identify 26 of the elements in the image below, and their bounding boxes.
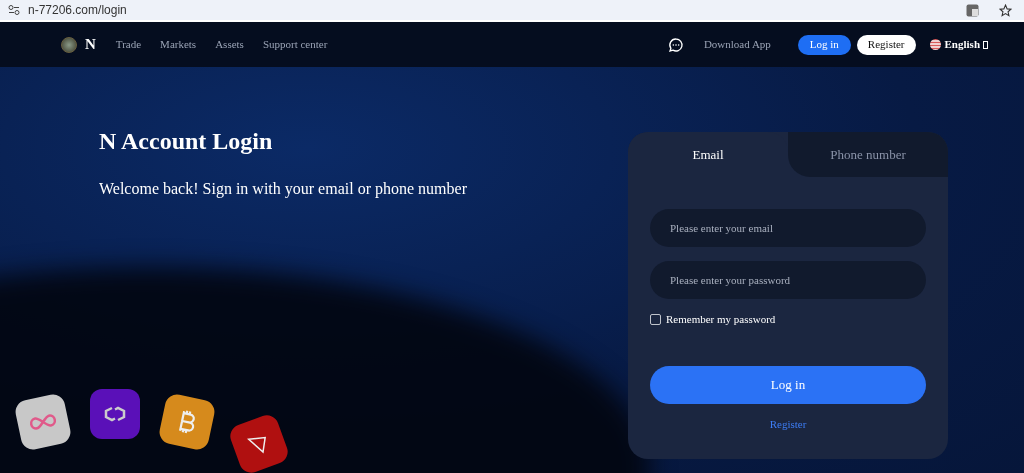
login-tab[interactable]: Phone number <box>788 132 948 177</box>
input-field[interactable]: Please enter your email <box>650 209 926 247</box>
language-selector[interactable]: English <box>944 36 980 53</box>
logo-icon[interactable] <box>61 36 77 53</box>
login-button[interactable]: Log in <box>797 34 851 55</box>
logo-text[interactable]: N <box>85 33 96 56</box>
register-button[interactable]: Register <box>856 34 916 55</box>
register-link[interactable]: Register <box>769 415 807 432</box>
input-field[interactable]: Please enter your password <box>650 261 926 299</box>
star-icon[interactable] <box>999 3 1012 17</box>
page-title: N Account Login <box>99 129 274 153</box>
dropdown-icon[interactable] <box>983 40 988 49</box>
url-text[interactable]: n-77206.com/login <box>28 1 127 19</box>
nav-link[interactable]: Markets <box>160 36 197 53</box>
flag-icon[interactable] <box>929 39 941 50</box>
nav-link[interactable]: Support center <box>262 36 328 53</box>
polygon-coin-icon <box>90 389 140 439</box>
nav-link[interactable]: Assets <box>215 36 244 53</box>
submit-login-button[interactable]: Log in <box>650 365 926 404</box>
site-settings-icon <box>8 5 20 15</box>
remember-label[interactable]: Remember my password <box>666 311 776 328</box>
page-subtitle: Welcome back! Sign in with your email or phone number <box>99 179 468 200</box>
download-app-link[interactable]: Download App <box>703 36 771 53</box>
chat-icon[interactable] <box>667 36 684 53</box>
nav-link[interactable]: Trade <box>115 36 142 53</box>
remember-checkbox[interactable] <box>650 313 661 325</box>
